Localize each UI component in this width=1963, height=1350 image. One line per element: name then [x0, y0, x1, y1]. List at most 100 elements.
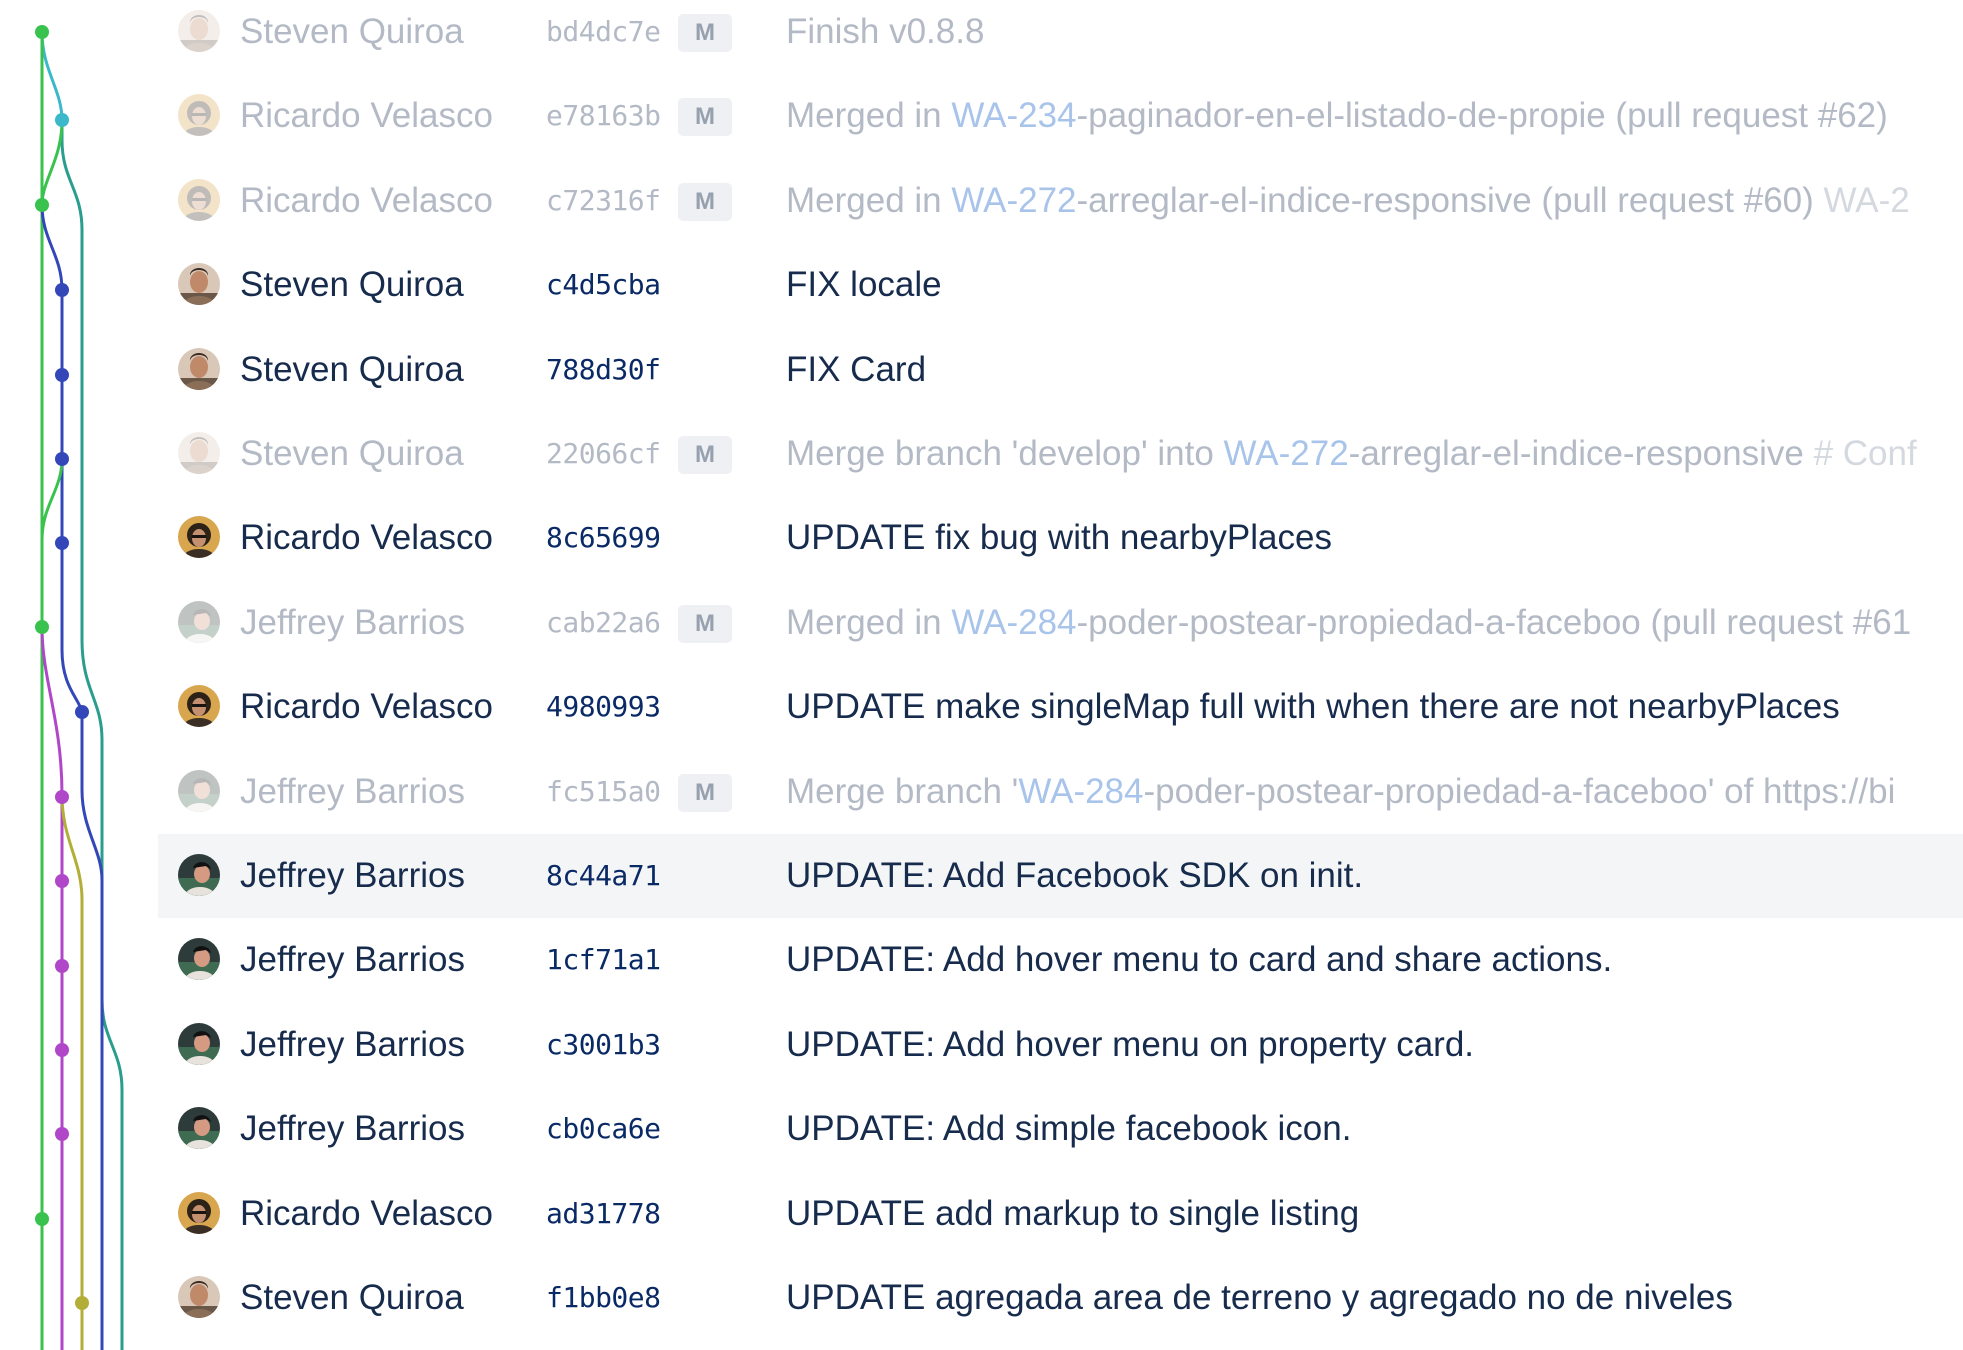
- commit-hash-link[interactable]: fc515a0: [546, 750, 661, 834]
- avatar-ricardo[interactable]: [178, 94, 220, 137]
- commit-author: Steven Quiroa: [240, 265, 464, 305]
- commit-hash-link[interactable]: 788d30f: [546, 328, 661, 412]
- commit-row[interactable]: Steven Quiroa c4d5cba FIX locale: [158, 243, 1963, 327]
- avatar-steven[interactable]: [178, 10, 220, 52]
- graph-node[interactable]: [55, 452, 69, 466]
- commit-row[interactable]: Jeffrey Barrios 8c44a71 UPDATE: Add Face…: [158, 834, 1963, 918]
- merge-badge: M: [678, 98, 732, 137]
- graph-node[interactable]: [55, 959, 69, 973]
- commit-row[interactable]: Jeffrey Barrios fc515a0 M Merge branch '…: [158, 750, 1963, 834]
- commit-message: UPDATE: Add hover menu on property card.: [786, 1003, 1474, 1087]
- commit-message: UPDATE make singleMap full with when the…: [786, 665, 1840, 749]
- commit-hash-link[interactable]: 22066cf: [546, 412, 661, 496]
- commit-author: Jeffrey Barrios: [240, 1109, 465, 1149]
- merge-badge: M: [678, 14, 732, 52]
- commit-message: Merged in WA-284-poder-postear-propiedad…: [786, 581, 1911, 665]
- commit-hash-link[interactable]: c72316f: [546, 159, 661, 243]
- avatar-jeffrey[interactable]: [178, 938, 220, 981]
- commit-hash-link[interactable]: 4980993: [546, 665, 661, 749]
- commit-hash-link[interactable]: 1cf71a1: [546, 918, 661, 1002]
- commit-row[interactable]: Steven Quiroa 788d30f FIX Card: [158, 328, 1963, 412]
- commit-row[interactable]: Steven Quiroa f1bb0e8 UPDATE agregada ar…: [158, 1256, 1963, 1340]
- avatar-ricardo[interactable]: [178, 178, 220, 221]
- graph-node[interactable]: [35, 25, 49, 39]
- commit-message: FIX locale: [786, 243, 942, 327]
- graph-node[interactable]: [75, 705, 89, 719]
- graph-node[interactable]: [35, 1212, 49, 1226]
- commit-row[interactable]: Ricardo Velasco 4980993 UPDATE make sing…: [158, 665, 1963, 749]
- avatar-ricardo[interactable]: [178, 685, 220, 728]
- graph-node[interactable]: [55, 874, 69, 888]
- commit-message: Merged in WA-234-paginador-en-el-listado…: [786, 74, 1888, 158]
- graph-node[interactable]: [55, 790, 69, 804]
- message-text: Finish v0.8.8: [786, 12, 985, 51]
- commit-hash-link[interactable]: f1bb0e8: [546, 1256, 661, 1340]
- issue-link[interactable]: WA-272: [951, 181, 1076, 220]
- graph-node[interactable]: [55, 113, 69, 127]
- message-text: Merged in: [786, 180, 952, 220]
- issue-link[interactable]: WA-272: [1224, 434, 1349, 473]
- message-text: UPDATE agregada area de terreno y agrega…: [786, 1278, 1733, 1317]
- graph-node[interactable]: [55, 1043, 69, 1057]
- avatar-steven[interactable]: [178, 1276, 220, 1318]
- commit-hash-link[interactable]: c4d5cba: [546, 243, 661, 327]
- graph-node[interactable]: [55, 368, 69, 382]
- message-text: FIX Card: [786, 349, 927, 389]
- graph-node[interactable]: [55, 283, 69, 297]
- issue-link[interactable]: WA-284: [1018, 772, 1143, 811]
- graph-node[interactable]: [35, 620, 49, 634]
- commit-row[interactable]: Ricardo Velasco ad31778 UPDATE add marku…: [158, 1172, 1963, 1256]
- message-text: Merge branch 'develop' into: [786, 434, 1224, 473]
- commit-row[interactable]: Jeffrey Barrios 1cf71a1 UPDATE: Add hove…: [158, 918, 1963, 1002]
- commit-author: Steven Quiroa: [240, 349, 464, 389]
- commit-author: Ricardo Velasco: [240, 180, 493, 220]
- avatar-jeffrey[interactable]: [178, 1022, 220, 1065]
- graph-node[interactable]: [35, 198, 49, 212]
- commit-hash-link[interactable]: ad31778: [546, 1172, 661, 1256]
- avatar-jeffrey[interactable]: [178, 854, 220, 896]
- commit-hash-link[interactable]: cab22a6: [546, 581, 661, 665]
- commit-row[interactable]: Ricardo Velasco e78163b M Merged in WA-2…: [158, 74, 1963, 158]
- avatar-jeffrey[interactable]: [178, 1107, 220, 1150]
- message-text-tail: -arreglar-el-indice-responsive (pull req…: [1076, 180, 1824, 220]
- commit-row[interactable]: Jeffrey Barrios c3001b3 UPDATE: Add hove…: [158, 1003, 1963, 1087]
- commit-message: FIX Card: [786, 328, 926, 412]
- graph-node[interactable]: [55, 1127, 69, 1141]
- commit-row[interactable]: Jeffrey Barrios cb0ca6e UPDATE: Add simp…: [158, 1087, 1963, 1171]
- commit-author: Jeffrey Barrios: [240, 856, 465, 895]
- avatar-steven[interactable]: [178, 432, 220, 474]
- message-text: Merged in: [786, 602, 952, 642]
- commit-hash-link[interactable]: 8c44a71: [546, 834, 661, 918]
- avatar-ricardo[interactable]: [178, 1191, 220, 1234]
- message-text: Merge branch ': [786, 771, 1019, 811]
- commit-author: Steven Quiroa: [240, 12, 464, 51]
- avatar-jeffrey[interactable]: [178, 769, 220, 812]
- avatar-steven[interactable]: [178, 263, 220, 306]
- commit-row[interactable]: Ricardo Velasco 8c65699 UPDATE fix bug w…: [158, 496, 1963, 580]
- commit-row[interactable]: Steven Quiroa 22066cf M Merge branch 'de…: [158, 412, 1963, 496]
- merge-badge: M: [678, 436, 732, 474]
- commit-hash-link[interactable]: e78163b: [546, 74, 661, 158]
- commit-hash-link[interactable]: bd4dc7e: [546, 0, 661, 74]
- commit-list: Steven Quiroa bd4dc7e M Finish v0.8.8 Ri…: [158, 0, 1963, 1350]
- merge-badge: M: [678, 182, 732, 221]
- commit-hash-link[interactable]: 8c65699: [546, 496, 661, 580]
- commit-row[interactable]: Ricardo Velasco c72316f M Merged in WA-2…: [158, 159, 1963, 243]
- graph-line-teal: [60, 120, 124, 1350]
- commit-row[interactable]: Jeffrey Barrios cab22a6 M Merged in WA-2…: [158, 581, 1963, 665]
- avatar-jeffrey[interactable]: [178, 600, 220, 643]
- message-text: UPDATE: Add hover menu to card and share…: [786, 940, 1613, 980]
- commit-hash-link[interactable]: cb0ca6e: [546, 1087, 661, 1171]
- graph-node[interactable]: [75, 1296, 89, 1310]
- issue-link[interactable]: WA-234: [951, 96, 1076, 135]
- commit-message: UPDATE: Add simple facebook icon.: [786, 1087, 1351, 1171]
- issue-link[interactable]: WA-284: [951, 603, 1076, 642]
- avatar-steven[interactable]: [178, 347, 220, 390]
- commit-row[interactable]: Steven Quiroa bd4dc7e M Finish v0.8.8: [158, 0, 1963, 74]
- message-text-tail: -poder-postear-propiedad-a-faceboo' of h…: [1143, 771, 1896, 811]
- graph-node[interactable]: [55, 536, 69, 550]
- commit-hash-link[interactable]: c3001b3: [546, 1003, 661, 1087]
- graph-line-green-merge: [40, 119, 64, 206]
- avatar-ricardo[interactable]: [178, 516, 220, 559]
- commit-message: UPDATE: Add hover menu to card and share…: [786, 918, 1612, 1002]
